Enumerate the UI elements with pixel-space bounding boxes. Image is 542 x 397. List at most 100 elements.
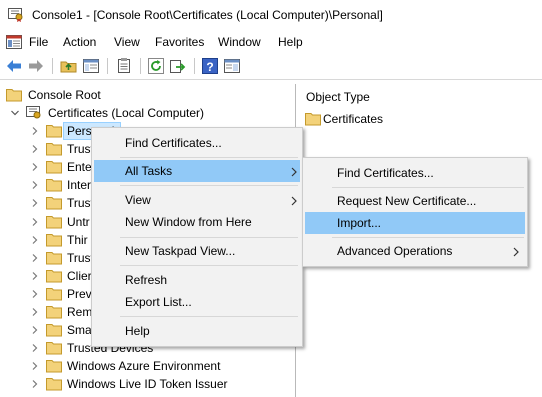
properties-icon[interactable] [115,57,133,75]
folder-icon [46,359,62,373]
tree-item-label: Thir [67,233,88,247]
folder-icon [46,196,62,210]
chevron-right-icon[interactable] [30,270,40,280]
folder-icon [46,251,62,265]
tree-item-label: Untr [67,215,90,229]
tree-item-label: Console Root [28,88,101,102]
show-action-pane-icon[interactable] [223,57,241,75]
menu-separator [120,157,298,158]
submenu-item-find-certificates[interactable]: Find Certificates... [305,162,525,184]
chevron-right-icon [291,166,297,177]
submenu-item-request-new-certificate[interactable]: Request New Certificate... [305,190,525,212]
tree-item-store[interactable]: Windows Azure Environment [30,357,270,375]
submenu-item-import[interactable]: Import... [305,212,525,234]
chevron-right-icon[interactable] [30,252,40,262]
menu-separator [120,265,298,266]
menu-favorites[interactable]: Favorites [155,35,204,49]
folder-icon [46,233,62,247]
tree-item-label: Windows Live ID Token Issuer [67,377,228,391]
tree-item-certificates[interactable]: Certificates (Local Computer) [10,104,270,122]
toolbar-separator [52,58,53,74]
toolbar-separator [194,58,195,74]
menu-item-new-taskpad[interactable]: New Taskpad View... [94,240,300,262]
help-icon[interactable]: ? [201,57,219,75]
chevron-down-icon[interactable] [10,107,20,117]
certificate-console-icon [8,8,24,22]
menu-separator [120,316,298,317]
folder-icon [6,88,22,102]
chevron-right-icon [291,195,297,206]
chevron-right-icon[interactable] [30,342,40,352]
menu-item-label: View [125,193,151,207]
refresh-icon[interactable] [147,57,165,75]
submenu-all-tasks: Find Certificates... Request New Certifi… [302,157,528,267]
chevron-right-icon[interactable] [30,179,40,189]
chevron-right-icon[interactable] [30,234,40,244]
chevron-right-icon[interactable] [30,360,40,370]
back-icon[interactable] [5,57,23,75]
menu-item-label: Find Certificates... [125,136,222,150]
chevron-right-icon[interactable] [30,197,40,207]
tree-item-label: Trust [67,196,94,210]
folder-icon [46,142,62,156]
menu-bar: File Action View Favorites Window Help [0,31,542,53]
up-folder-icon[interactable] [60,57,78,75]
folder-icon [46,178,62,192]
mmc-icon[interactable] [6,34,22,50]
folder-icon [46,269,62,283]
forward-icon[interactable] [27,57,45,75]
toolbar-separator [140,58,141,74]
chevron-right-icon[interactable] [30,324,40,334]
folder-icon [46,323,62,337]
menu-item-export-list[interactable]: Export List... [94,291,300,313]
menu-item-label: Help [125,324,150,338]
window-title: Console1 - [Console Root\Certificates (L… [32,8,383,22]
menu-help[interactable]: Help [278,35,303,49]
tree-item-label: Ente [67,160,92,174]
menu-separator [332,237,524,238]
chevron-right-icon[interactable] [30,143,40,153]
menu-item-view[interactable]: View [94,189,300,211]
menu-item-label: Advanced Operations [337,244,453,258]
chevron-right-icon[interactable] [30,161,40,171]
title-bar: Console1 - [Console Root\Certificates (L… [0,0,542,30]
menu-item-label: New Taskpad View... [125,244,236,258]
tree-item-label: Certificates (Local Computer) [48,106,205,120]
menu-item-find-certificates[interactable]: Find Certificates... [94,132,300,154]
menu-item-label: Refresh [125,273,168,287]
export-list-icon[interactable] [169,57,187,75]
tree-item-console-root[interactable]: Console Root [6,86,206,104]
svg-text:?: ? [206,60,213,74]
tree-item-label: Rem [67,305,93,319]
menu-item-all-tasks[interactable]: All Tasks [94,160,300,182]
folder-icon [46,124,62,138]
chevron-right-icon[interactable] [30,125,40,135]
chevron-right-icon [513,246,519,257]
menu-item-help[interactable]: Help [94,320,300,342]
tree-item-label: Clier [67,269,92,283]
menu-item-new-window[interactable]: New Window from Here [94,211,300,233]
menu-item-label: Export List... [125,295,192,309]
show-hide-tree-icon[interactable] [82,57,100,75]
chevron-right-icon[interactable] [30,288,40,298]
folder-icon [46,341,62,355]
menu-item-label: Import... [337,216,382,230]
tree-item-store[interactable]: Windows Live ID Token Issuer [30,375,270,393]
tree-item-label: Inter [67,178,92,192]
menu-window[interactable]: Window [218,35,261,49]
chevron-right-icon[interactable] [30,378,40,388]
tree-item-label: Trust [67,251,94,265]
tree-item-label: Prev [67,287,92,301]
chevron-right-icon[interactable] [30,216,40,226]
menu-action[interactable]: Action [63,35,96,49]
folder-icon [46,287,62,301]
chevron-right-icon[interactable] [30,306,40,316]
submenu-item-advanced-operations[interactable]: Advanced Operations [305,240,525,262]
menu-view[interactable]: View [114,35,140,49]
menu-item-refresh[interactable]: Refresh [94,269,300,291]
certificate-store-icon [26,106,42,120]
toolbar-separator [107,58,108,74]
menu-file[interactable]: File [29,35,48,49]
folder-icon [305,112,321,126]
column-header-object-type[interactable]: Object Type [306,90,370,104]
